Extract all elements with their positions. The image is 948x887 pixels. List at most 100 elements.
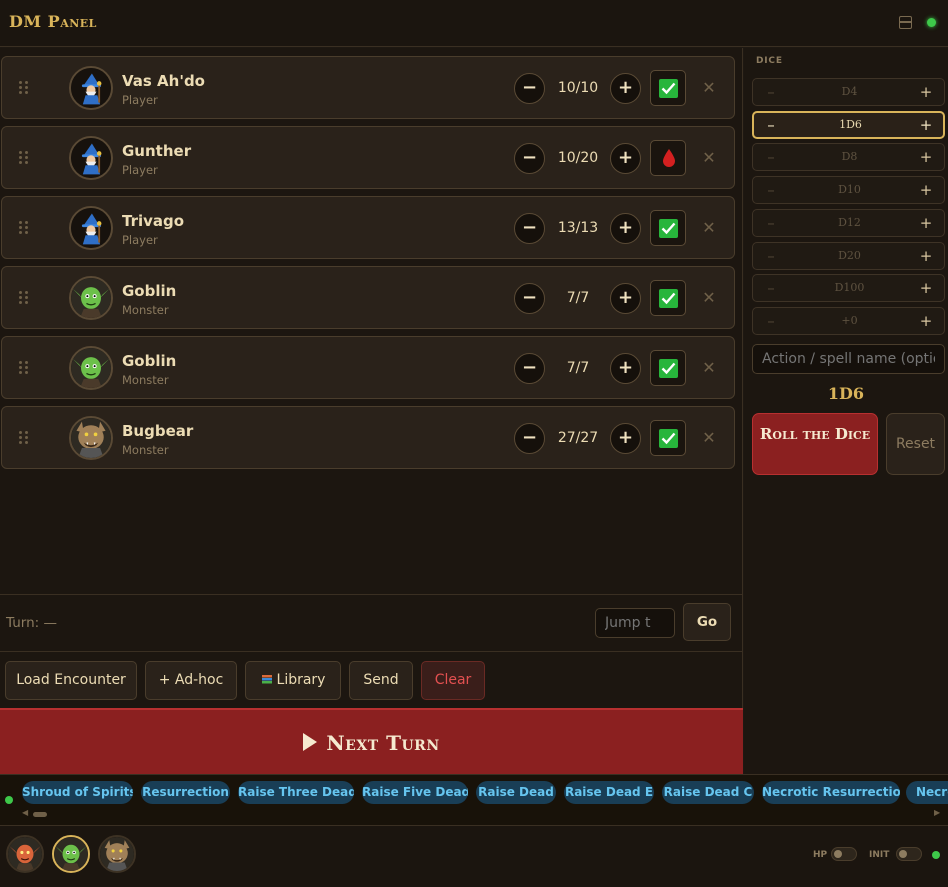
spell-chip[interactable]: Raise Dead E — [564, 781, 654, 804]
spell-chip[interactable]: Resurrection — [141, 781, 230, 804]
condition-toggle[interactable] — [650, 420, 686, 456]
remove-icon[interactable]: ✕ — [701, 290, 717, 306]
remove-icon[interactable]: ✕ — [701, 430, 717, 446]
spell-chip[interactable]: Raise Three Dead — [238, 781, 354, 804]
hp-decrease-button[interactable]: − — [514, 143, 545, 174]
spell-strip: Shroud of Spirits Resurrection Raise Three… — [0, 774, 948, 826]
drag-handle-icon[interactable] — [19, 431, 29, 445]
hp-toggle[interactable] — [831, 847, 857, 861]
die-decrease-button[interactable]: – — [761, 246, 781, 266]
dice-panel: DICE – D4 + –1D6 + – D8 + – D10 + – D12 + – D20 + – D100 + –… — [744, 48, 948, 774]
die-decrease-button[interactable]: – — [761, 213, 781, 233]
die-increase-button[interactable]: + — [916, 213, 936, 233]
hp-decrease-button[interactable]: − — [514, 283, 545, 314]
scroll-left-icon[interactable]: ◀ — [22, 808, 28, 817]
die-increase-button[interactable]: + — [916, 246, 936, 266]
condition-toggle[interactable] — [650, 350, 686, 386]
remove-icon[interactable]: ✕ — [701, 360, 717, 376]
books-icon — [261, 663, 273, 684]
spell-chip[interactable]: Necrotic Resurrection — [762, 781, 900, 804]
hp-decrease-button[interactable]: − — [514, 423, 545, 454]
die-decrease-button[interactable]: – — [761, 311, 781, 331]
add-adhoc-button[interactable]: + Ad-hoc — [145, 661, 237, 700]
die-decrease-button[interactable]: – — [761, 180, 781, 200]
die-decrease-button[interactable]: – — [761, 115, 781, 135]
die-row: – D12 + — [752, 208, 945, 237]
send-button[interactable]: Send — [349, 661, 413, 700]
die-increase-button[interactable]: + — [916, 180, 936, 200]
load-encounter-button[interactable]: Load Encounter — [5, 661, 137, 700]
combatant-row[interactable]: Gunther Player −10/20 + ✕ — [1, 126, 735, 189]
condition-toggle[interactable] — [650, 70, 686, 106]
hp-increase-button[interactable]: + — [610, 213, 641, 244]
drag-handle-icon[interactable] — [19, 151, 29, 165]
spell-chip[interactable]: Shroud of Spirits — [22, 781, 133, 804]
condition-toggle[interactable] — [650, 210, 686, 246]
hp-increase-button[interactable]: + — [610, 353, 641, 384]
combatant-row[interactable]: Vas Ah'do Player −10/10 + ✕ — [1, 56, 735, 119]
hp-increase-button[interactable]: + — [610, 143, 641, 174]
condition-toggle[interactable] — [650, 280, 686, 316]
go-button[interactable]: Go — [683, 603, 731, 641]
hp-toggle-label: HP — [813, 850, 828, 860]
init-toggle[interactable] — [896, 847, 922, 861]
combatant-row[interactable]: Bugbear Monster −27/27 + ✕ — [1, 406, 735, 469]
die-decrease-button[interactable]: – — [761, 278, 781, 298]
dm-panel-app: DM Panel Vas Ah'do Player −10/10 + ✕ Gunther P… — [0, 0, 948, 887]
combatant-role: Player — [122, 233, 158, 247]
spell-chip[interactable]: Raise Dead — [476, 781, 556, 804]
combatant-row[interactable]: Goblin Monster − 7/7 + ✕ — [1, 266, 735, 329]
drag-handle-icon[interactable] — [19, 361, 29, 375]
combatant-row[interactable]: Trivago Player −13/13 + ✕ — [1, 196, 735, 259]
action-name-input[interactable] — [752, 344, 945, 374]
condition-toggle[interactable] — [650, 140, 686, 176]
tray-avatar-red-goblin[interactable] — [6, 835, 44, 873]
die-row: – D100 + — [752, 274, 945, 303]
check-icon — [659, 219, 678, 238]
hp-decrease-button[interactable]: − — [514, 213, 545, 244]
hp-decrease-button[interactable]: − — [514, 73, 545, 104]
tray-avatar-bugbear[interactable] — [98, 835, 136, 873]
clear-button[interactable]: Clear — [421, 661, 485, 700]
spell-chip[interactable]: Necrotic — [906, 781, 948, 804]
combatant-role: Player — [122, 163, 158, 177]
window-layout-icon[interactable] — [899, 16, 912, 29]
hp-increase-button[interactable]: + — [610, 73, 641, 104]
die-increase-button[interactable]: + — [916, 82, 936, 102]
remove-icon[interactable]: ✕ — [701, 80, 717, 96]
hp-increase-button[interactable]: + — [610, 423, 641, 454]
die-increase-button[interactable]: + — [916, 278, 936, 298]
die-row: – D20 + — [752, 241, 945, 270]
remove-icon[interactable]: ✕ — [701, 150, 717, 166]
die-increase-button[interactable]: + — [916, 311, 936, 331]
spell-chip[interactable]: Raise Dead C — [662, 781, 754, 804]
drag-handle-icon[interactable] — [19, 81, 29, 95]
spell-chip[interactable]: Raise Five Dead — [362, 781, 468, 804]
combatant-role: Monster — [122, 373, 169, 387]
reset-button[interactable]: Reset — [886, 413, 945, 475]
library-button[interactable]: Library — [245, 661, 341, 700]
hp-decrease-button[interactable]: − — [514, 353, 545, 384]
die-label: D4 — [841, 85, 858, 98]
next-turn-button[interactable]: Next Turn — [0, 708, 743, 774]
spell-scrollbar[interactable] — [33, 812, 47, 817]
init-toggle-label: INIT — [869, 850, 890, 860]
die-increase-button[interactable]: + — [916, 115, 936, 135]
tray-avatar-goblin[interactable] — [52, 835, 90, 873]
drag-handle-icon[interactable] — [19, 291, 29, 305]
jump-to-input[interactable] — [595, 608, 675, 638]
die-increase-button[interactable]: + — [916, 147, 936, 167]
die-decrease-button[interactable]: – — [761, 147, 781, 167]
roll-dice-button[interactable]: Roll the Dice — [752, 413, 878, 475]
turn-bar: Turn: — Go — [0, 594, 743, 652]
hp-value: 13/13 — [557, 220, 599, 236]
check-icon — [659, 79, 678, 98]
check-icon — [659, 289, 678, 308]
combatant-row[interactable]: Goblin Monster − 7/7 + ✕ — [1, 336, 735, 399]
scroll-right-icon[interactable]: ▶ — [934, 808, 940, 817]
remove-icon[interactable]: ✕ — [701, 220, 717, 236]
hp-increase-button[interactable]: + — [610, 283, 641, 314]
drag-handle-icon[interactable] — [19, 221, 29, 235]
combatant-role: Player — [122, 93, 158, 107]
die-decrease-button[interactable]: – — [761, 82, 781, 102]
